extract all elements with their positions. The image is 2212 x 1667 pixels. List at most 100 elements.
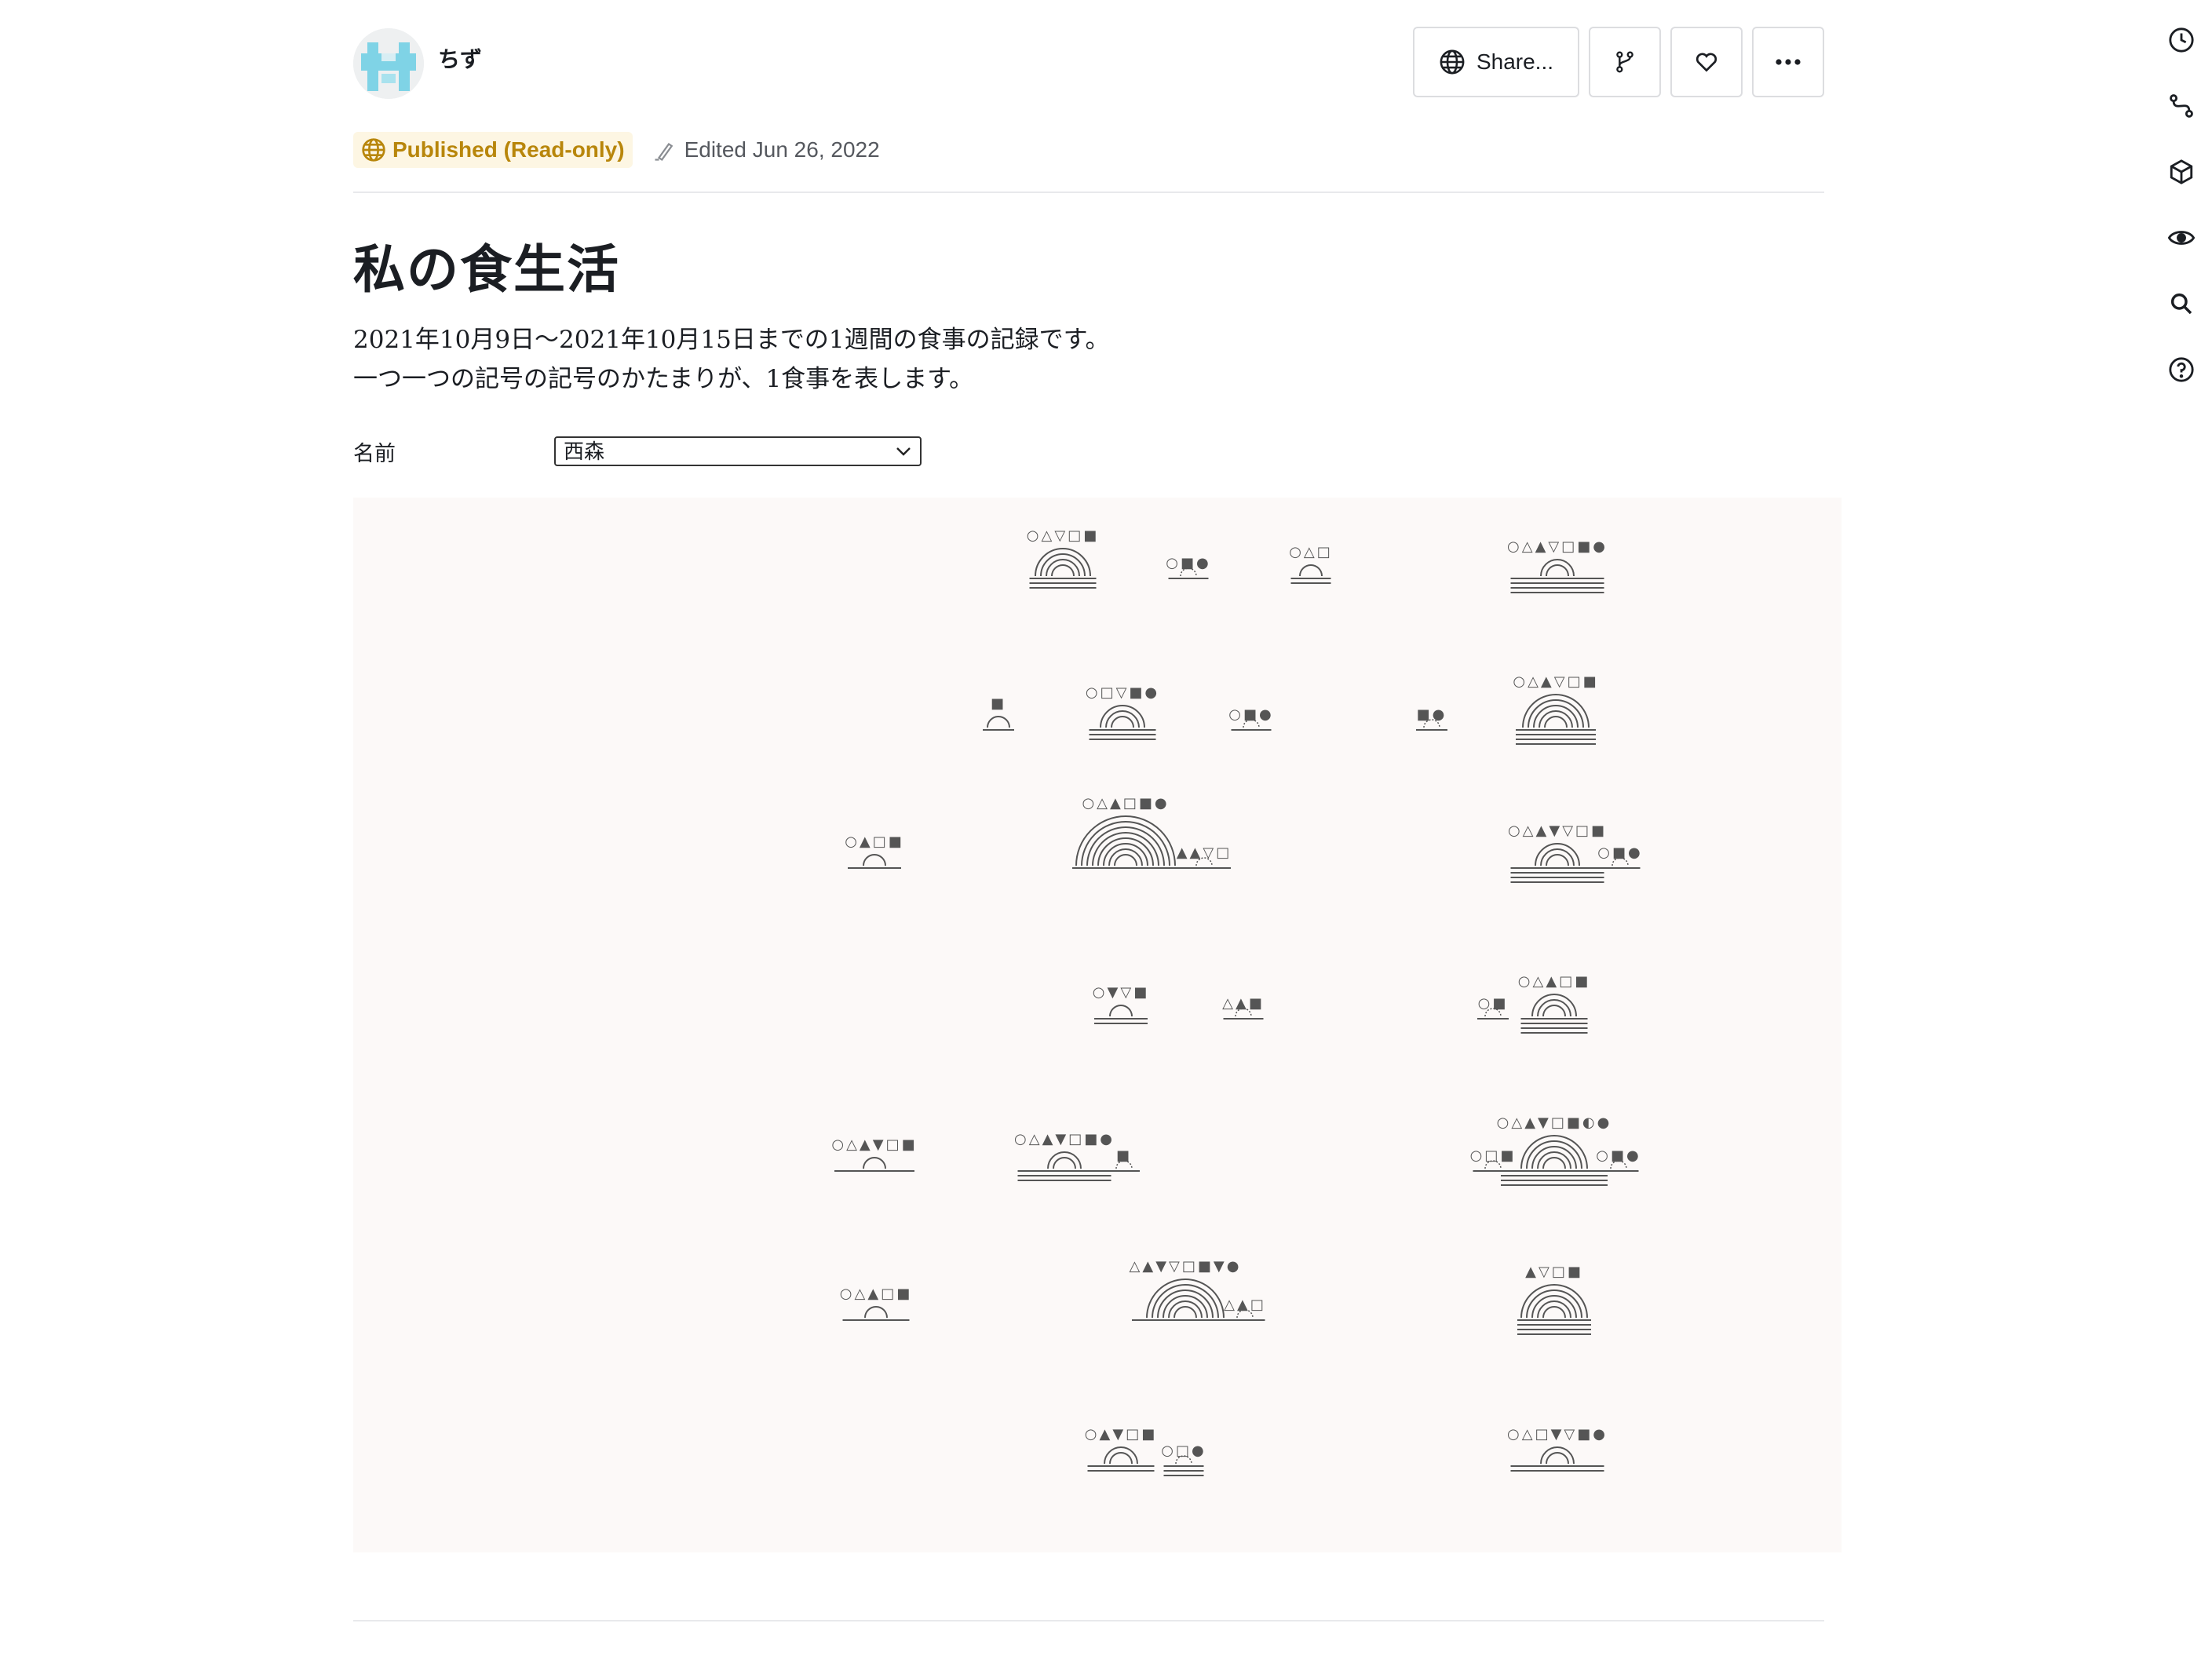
meal-symbols: ■	[1116, 1147, 1132, 1164]
meal-symbols: ○△▲□■	[1518, 973, 1590, 990]
meal-arc	[987, 716, 1010, 728]
meal-arc	[1540, 559, 1575, 577]
name-selected-value: 西森	[564, 440, 605, 463]
links-icon[interactable]	[2165, 89, 2198, 122]
meal-cluster: ○△▲▽□■●	[1507, 538, 1608, 593]
meal-cluster: ○△▲▼□■	[831, 1136, 917, 1172]
meal-arc	[1035, 548, 1091, 577]
notebook-actions: Share...	[1413, 27, 1824, 100]
meal-cluster: ○△▲□■	[1518, 973, 1590, 1034]
author-name[interactable]: ちず	[438, 42, 482, 74]
meal-arc	[1075, 815, 1176, 866]
meal-arc	[1114, 854, 1137, 866]
share-button[interactable]: Share...	[1413, 27, 1579, 97]
more-button[interactable]	[1752, 27, 1824, 97]
fork-button[interactable]	[1589, 27, 1661, 97]
meal-arc	[1537, 999, 1571, 1017]
meal-arc	[1051, 564, 1075, 577]
meal-symbols: ○■●	[1597, 844, 1642, 861]
meal-symbols: ○■●	[1166, 555, 1210, 571]
edited-info[interactable]: Edited Jun 26, 2022	[653, 137, 880, 162]
edited-date: Edited Jun 26, 2022	[684, 137, 880, 162]
meal-arc	[1542, 1306, 1566, 1319]
meal-cluster: ○△▲□■	[840, 1286, 912, 1321]
meal-arc	[1539, 710, 1573, 728]
status-badge[interactable]: Published (Read-only)	[353, 132, 633, 168]
name-select[interactable]: 西森	[554, 436, 922, 466]
meal-symbols: △▲▼▽□■▼●	[1130, 1258, 1242, 1275]
meal-arc	[1047, 1151, 1082, 1169]
footer-divider	[353, 1620, 1824, 1621]
meal-arc	[1109, 1005, 1133, 1017]
globe-icon	[362, 138, 385, 162]
meal-cluster: ■	[1108, 1147, 1140, 1172]
meal-symbols: ○△□▼▽■●	[1507, 1426, 1608, 1443]
meal-cluster: ○▲▼□■	[1085, 1426, 1157, 1472]
meal-arc	[1537, 1300, 1571, 1319]
meal-symbols: ○▲▼□■	[1085, 1426, 1157, 1443]
meal-symbols: ■●	[1417, 706, 1447, 723]
meal-symbols: △▲■	[1222, 995, 1265, 1012]
meal-arc	[1104, 1446, 1138, 1465]
meal-cluster: ■	[983, 695, 1014, 731]
more-icon	[1776, 59, 1801, 65]
meal-arc	[1540, 848, 1575, 866]
meal-symbols: ○△▽□■	[1027, 527, 1099, 544]
meal-symbols: ○△▲▼▽□■	[1508, 823, 1607, 839]
meal-symbols: ○△▲□■	[840, 1286, 912, 1302]
meal-symbols: ○△▲▼□■◐●	[1497, 1114, 1612, 1131]
meal-cluster: ▲▽□■	[1517, 1264, 1591, 1335]
meal-arc	[863, 1157, 886, 1169]
meal-cluster: ○▲□■	[845, 834, 902, 869]
meal-arc	[1097, 837, 1154, 866]
meal-symbols: △▲□	[1224, 1297, 1266, 1313]
meal-arc	[1542, 1005, 1566, 1017]
meal-symbols: ○□●	[1161, 1443, 1206, 1459]
package-icon[interactable]	[2165, 155, 2198, 188]
meal-arc	[1111, 716, 1134, 728]
like-button[interactable]	[1670, 27, 1743, 97]
fork-icon	[1616, 51, 1633, 73]
meal-cluster: ○△▲▽□■	[1513, 673, 1597, 745]
meal-arc	[1544, 716, 1568, 728]
meal-symbols: ○△▲▽□■●	[1507, 538, 1608, 555]
meal-arc	[1546, 1452, 1569, 1465]
meal-cluster: ○△▲□■●	[1072, 795, 1179, 869]
share-label: Share...	[1476, 49, 1554, 74]
meal-symbols: ○▼▽■	[1093, 984, 1149, 1001]
search-icon[interactable]	[2165, 287, 2198, 320]
meal-cluster: △▲■	[1222, 995, 1265, 1020]
meal-cluster: ○△▽□■	[1027, 527, 1099, 589]
status-label: Published (Read-only)	[392, 137, 625, 162]
meal-cluster: ○■●	[1228, 706, 1272, 731]
meal-symbols: ○□■	[1470, 1147, 1517, 1164]
heart-icon	[1696, 53, 1717, 72]
author-avatar[interactable]	[353, 28, 424, 99]
meal-cluster: ○△▲▼▽□■	[1508, 823, 1607, 883]
meal-arc	[1537, 1151, 1571, 1169]
meal-arc	[1546, 854, 1569, 866]
history-icon[interactable]	[2165, 24, 2198, 57]
name-label: 名前	[353, 442, 396, 465]
eye-icon[interactable]	[2165, 221, 2198, 254]
meal-symbols: ○△▲▼□■	[831, 1136, 917, 1153]
meal-symbols: ○△▲▼□■●	[1014, 1131, 1115, 1147]
globe-icon	[1440, 49, 1465, 75]
meal-cluster: ○△□▼▽■●	[1507, 1426, 1608, 1472]
meal-cluster: ▲▲▽□	[1177, 844, 1231, 869]
page-description: 2021年10月9日〜2021年10月15日までの1週間の食事の記録です。 一つ…	[353, 320, 1109, 399]
meal-cluster: ○■●	[1166, 555, 1210, 579]
meal-cluster: ○■	[1477, 995, 1509, 1020]
meal-cluster: ○■●	[1597, 844, 1642, 869]
meal-arc	[1528, 699, 1584, 728]
meal-arc	[1157, 1289, 1214, 1319]
meal-arc	[1105, 710, 1140, 728]
meal-arc	[1546, 564, 1569, 577]
meal-symbols: ■	[991, 695, 1006, 712]
meal-arc	[1108, 848, 1143, 866]
description-line: 一つ一つの記号の記号のかたまりが、1食事を表します。	[353, 365, 974, 393]
meal-arc	[1046, 559, 1080, 577]
help-icon[interactable]	[2165, 353, 2198, 386]
meal-arc	[1174, 1306, 1197, 1319]
page-title: 私の食生活	[353, 239, 620, 300]
